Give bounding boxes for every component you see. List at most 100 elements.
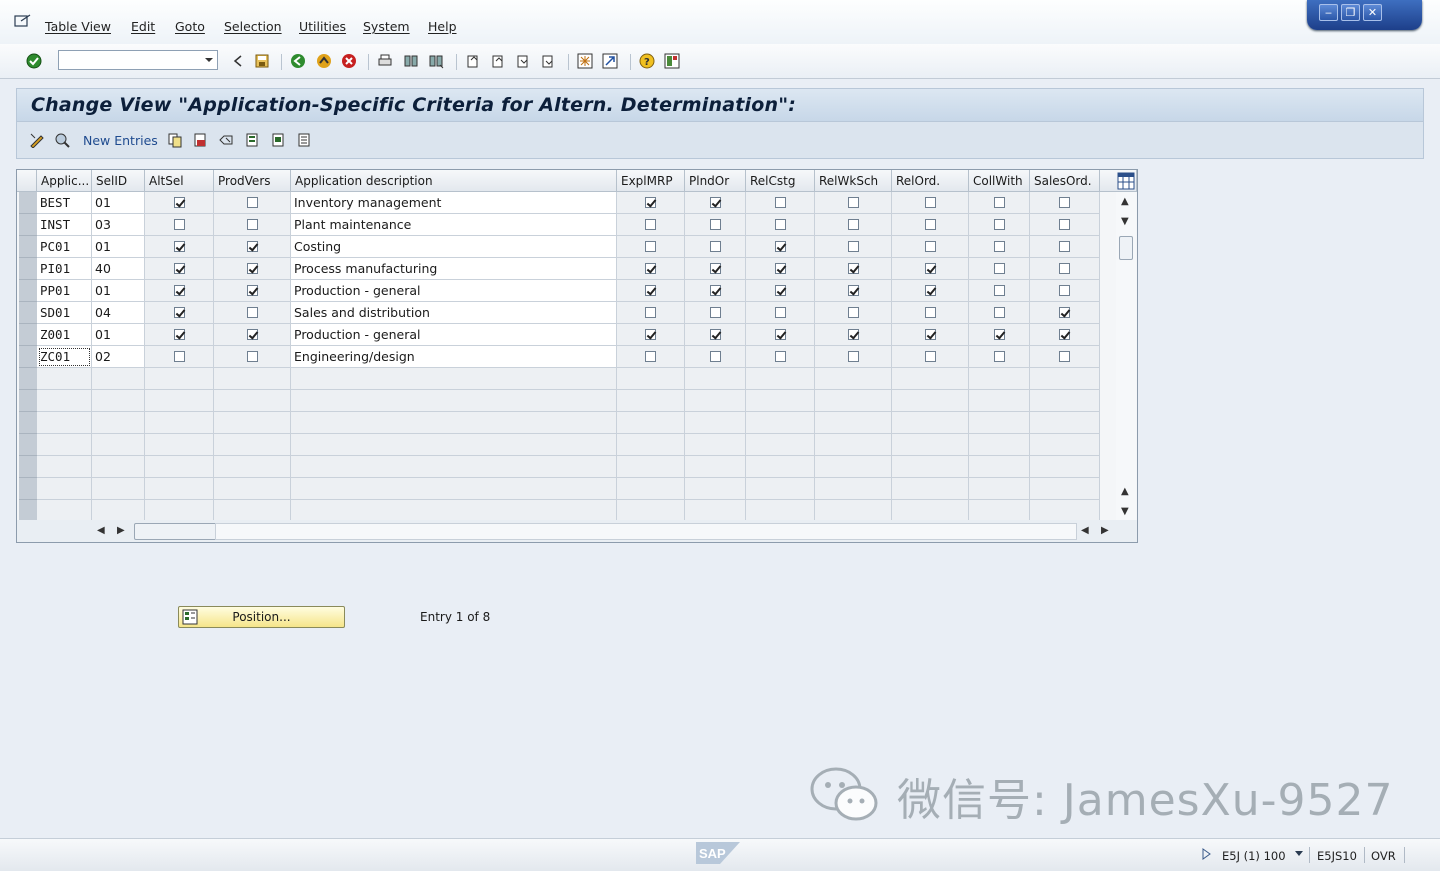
relord-checkbox[interactable]: [925, 351, 936, 362]
plndor-checkbox[interactable]: [710, 329, 721, 340]
relcstg-checkbox[interactable]: [775, 241, 786, 252]
relord-checkbox[interactable]: [925, 285, 936, 296]
cell-prodvers[interactable]: [214, 214, 291, 236]
menu-goto[interactable]: Goto: [175, 19, 205, 34]
close-icon[interactable]: ✕: [1363, 4, 1382, 21]
plndor-checkbox[interactable]: [710, 241, 721, 252]
collwith-checkbox[interactable]: [994, 307, 1005, 318]
scroll-down-icon[interactable]: ▼: [1121, 216, 1129, 227]
cell-relwksch[interactable]: [815, 324, 892, 346]
cell-explmrp[interactable]: [617, 324, 685, 346]
display-change-icon[interactable]: [29, 132, 45, 148]
cell-collwith[interactable]: [969, 346, 1030, 368]
altsel-checkbox[interactable]: [174, 307, 185, 318]
copy-as-icon[interactable]: [167, 132, 183, 148]
display-icon[interactable]: [54, 132, 70, 148]
cell-collwith[interactable]: [969, 236, 1030, 258]
relwksch-checkbox[interactable]: [848, 241, 859, 252]
cell-relcstg[interactable]: [746, 258, 815, 280]
cell-prodvers[interactable]: [214, 280, 291, 302]
cell-app[interactable]: INST: [37, 214, 92, 236]
relord-checkbox[interactable]: [925, 329, 936, 340]
cell-relord[interactable]: [892, 324, 969, 346]
cell-relcstg[interactable]: [746, 214, 815, 236]
cell-plndor[interactable]: [685, 302, 746, 324]
prodvers-checkbox[interactable]: [247, 197, 258, 208]
cell-salesord[interactable]: [1030, 214, 1100, 236]
relcstg-checkbox[interactable]: [775, 219, 786, 230]
minimize-icon[interactable]: ‒: [1319, 4, 1338, 21]
row-selector[interactable]: [19, 412, 37, 434]
cell-altsel[interactable]: [145, 280, 214, 302]
altsel-checkbox[interactable]: [174, 351, 185, 362]
back-triangle-icon[interactable]: [230, 53, 246, 69]
cell-relwksch[interactable]: [815, 258, 892, 280]
row-selector[interactable]: [19, 192, 37, 214]
relcstg-checkbox[interactable]: [775, 351, 786, 362]
cell-relord[interactable]: [892, 280, 969, 302]
cell-selid[interactable]: 01: [92, 192, 145, 214]
cell-relord[interactable]: [892, 346, 969, 368]
cell-app[interactable]: PI01: [37, 258, 92, 280]
cell-collwith[interactable]: [969, 302, 1030, 324]
scroll-page-up-icon[interactable]: ▲: [1121, 486, 1129, 497]
cell-explmrp[interactable]: [617, 346, 685, 368]
explmrp-checkbox[interactable]: [645, 263, 656, 274]
select-block-icon[interactable]: [270, 132, 286, 148]
salesord-checkbox[interactable]: [1059, 307, 1070, 318]
cell-collwith[interactable]: [969, 214, 1030, 236]
cell-relord[interactable]: [892, 236, 969, 258]
deselect-all-icon[interactable]: [296, 132, 312, 148]
cell-desc[interactable]: Production - general: [291, 280, 617, 302]
prodvers-checkbox[interactable]: [247, 329, 258, 340]
relwksch-checkbox[interactable]: [848, 307, 859, 318]
cell-plndor[interactable]: [685, 192, 746, 214]
row-selector[interactable]: [19, 346, 37, 368]
position-button[interactable]: Position...: [178, 606, 345, 628]
cell-prodvers[interactable]: [214, 236, 291, 258]
cell-collwith[interactable]: [969, 258, 1030, 280]
table-settings-icon[interactable]: [1117, 172, 1135, 190]
cell-selid[interactable]: 01: [92, 324, 145, 346]
cell-app[interactable]: PP01: [37, 280, 92, 302]
col-header-explmrp[interactable]: ExplMRP: [617, 170, 685, 192]
find-icon[interactable]: [403, 53, 419, 69]
chevron-down-icon[interactable]: [204, 55, 214, 65]
cell-altsel[interactable]: [145, 192, 214, 214]
last-page-icon[interactable]: [540, 53, 556, 69]
salesord-checkbox[interactable]: [1059, 241, 1070, 252]
cell-prodvers[interactable]: [214, 324, 291, 346]
salesord-checkbox[interactable]: [1059, 263, 1070, 274]
row-selector[interactable]: [19, 324, 37, 346]
find-next-icon[interactable]: [428, 53, 444, 69]
collwith-checkbox[interactable]: [994, 329, 1005, 340]
menu-table-view[interactable]: Table View: [45, 19, 111, 34]
prodvers-checkbox[interactable]: [247, 263, 258, 274]
altsel-checkbox[interactable]: [174, 241, 185, 252]
relwksch-checkbox[interactable]: [848, 329, 859, 340]
relwksch-checkbox[interactable]: [848, 219, 859, 230]
scroll-right-icon[interactable]: ▶: [117, 525, 125, 536]
cell-relwksch[interactable]: [815, 214, 892, 236]
cell-plndor[interactable]: [685, 214, 746, 236]
layout-icon[interactable]: [664, 53, 680, 69]
row-selector[interactable]: [19, 456, 37, 478]
cell-explmrp[interactable]: [617, 302, 685, 324]
salesord-checkbox[interactable]: [1059, 351, 1070, 362]
delete-icon[interactable]: [192, 132, 208, 148]
cell-app[interactable]: BEST: [37, 192, 92, 214]
cell-relord[interactable]: [892, 192, 969, 214]
cell-collwith[interactable]: [969, 280, 1030, 302]
scroll-page-down-icon[interactable]: ▼: [1121, 506, 1129, 517]
help-icon[interactable]: ?: [639, 53, 655, 69]
col-header-relcstg[interactable]: RelCstg: [746, 170, 815, 192]
system-dropdown-icon[interactable]: [1294, 850, 1304, 858]
scroll-far-left-icon[interactable]: ◀: [1081, 525, 1089, 536]
back-arrow-icon[interactable]: [290, 53, 306, 69]
prev-page-icon[interactable]: [490, 53, 506, 69]
cell-plndor[interactable]: [685, 280, 746, 302]
col-header-plndor[interactable]: PlndOr: [685, 170, 746, 192]
cell-relwksch[interactable]: [815, 236, 892, 258]
collwith-checkbox[interactable]: [994, 285, 1005, 296]
col-header-description[interactable]: Application description: [291, 170, 617, 192]
